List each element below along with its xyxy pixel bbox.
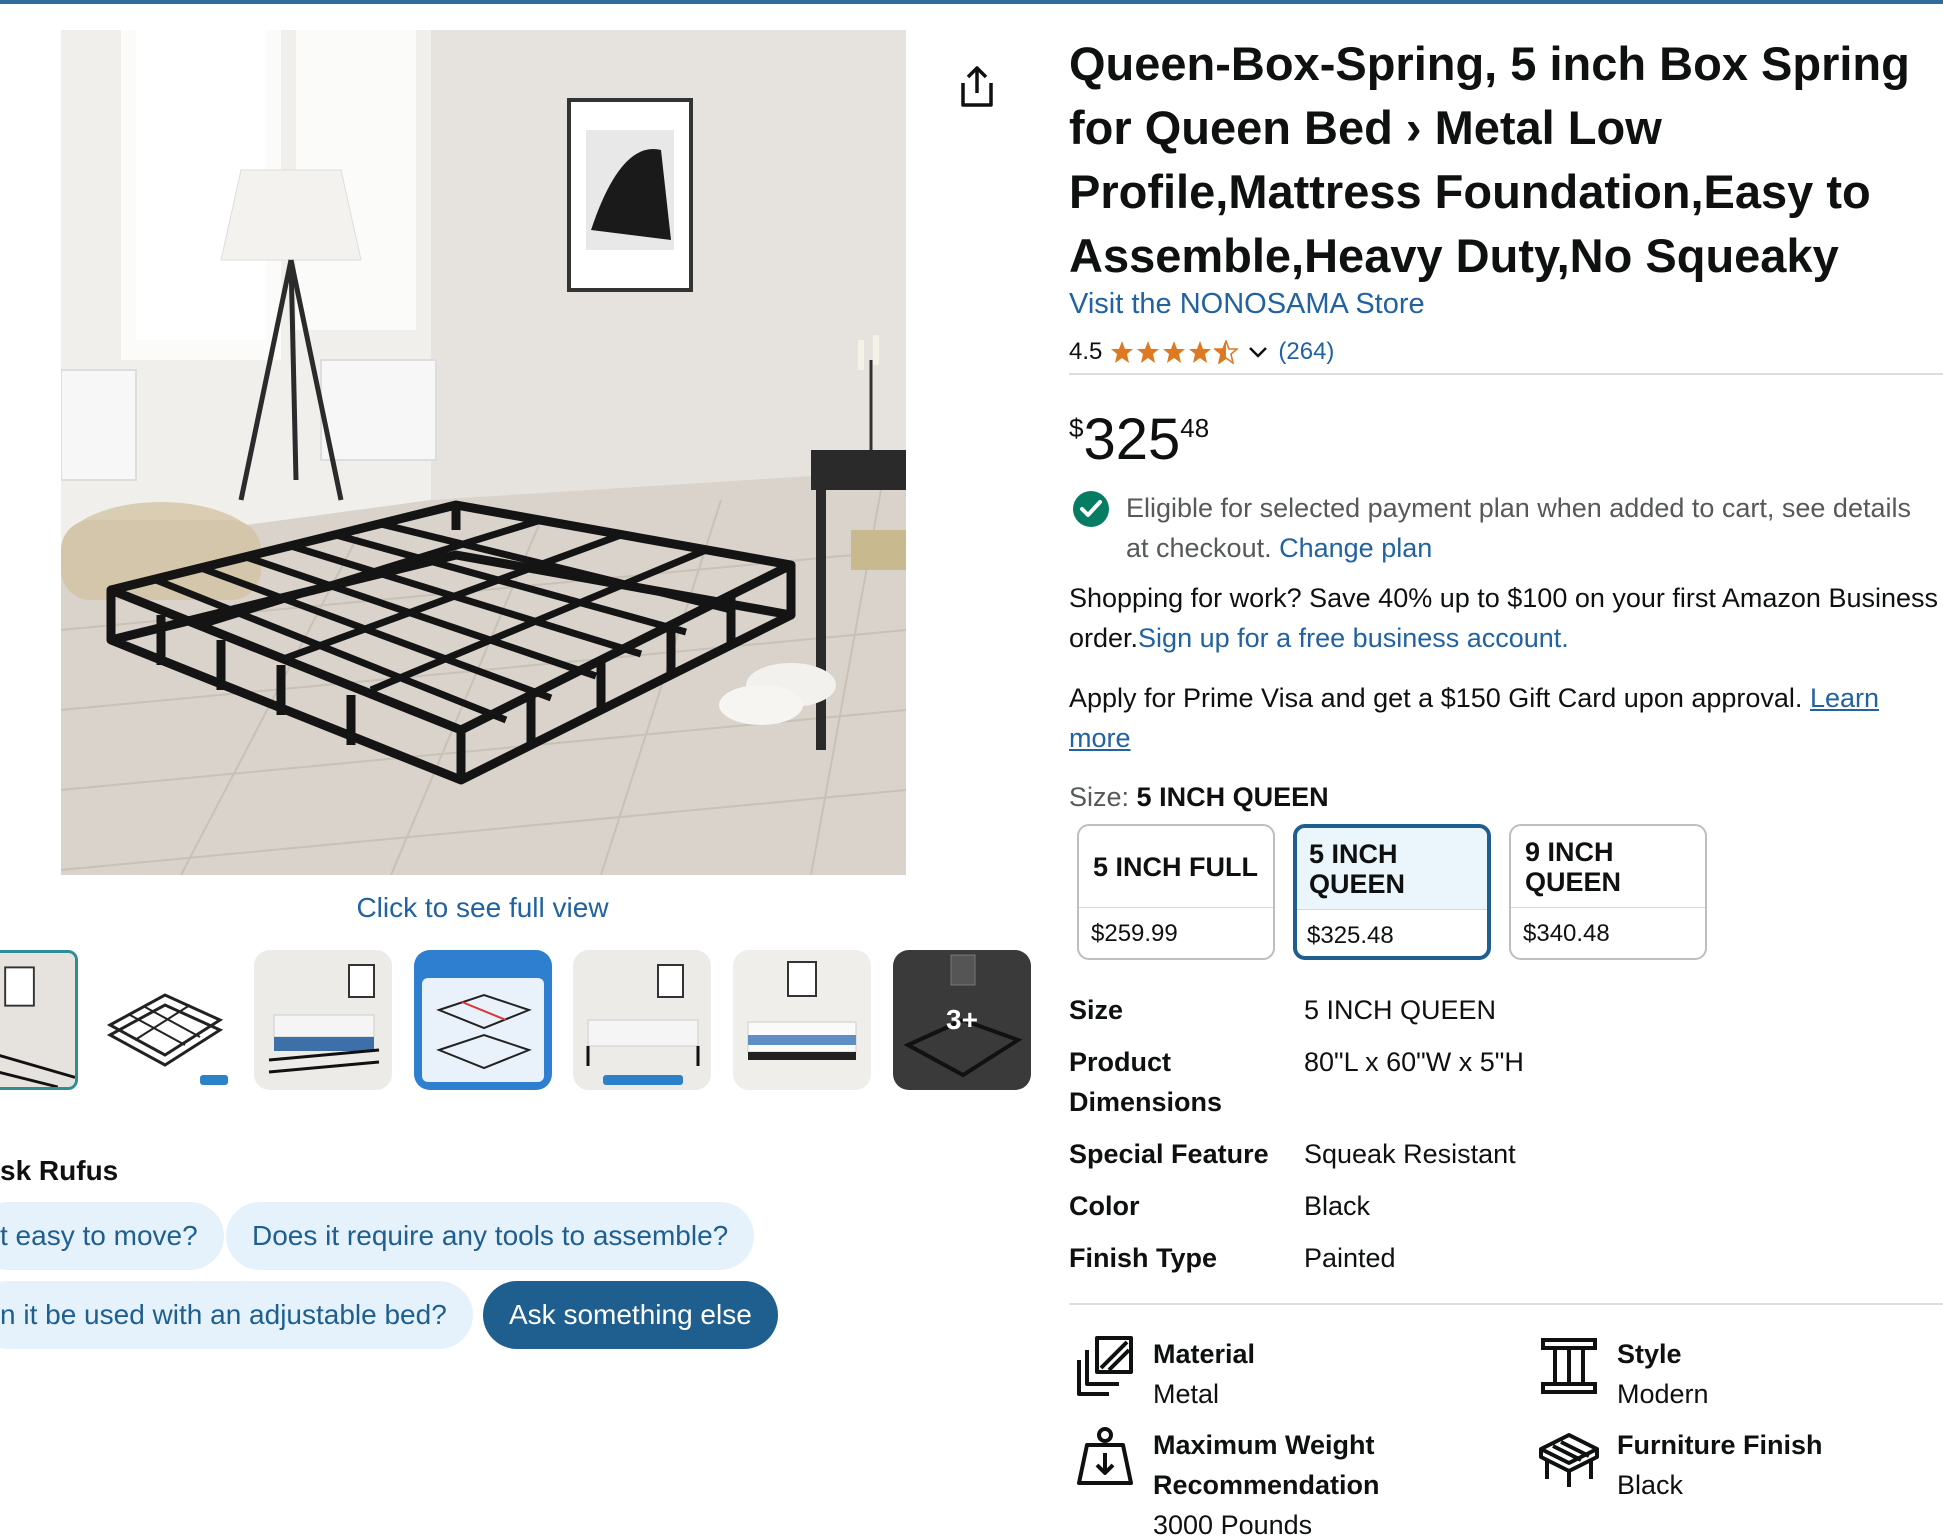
chevron-down-icon[interactable] (1246, 340, 1270, 364)
feature-title: Furniture Finish (1617, 1430, 1823, 1460)
share-icon (961, 66, 993, 107)
feature-value: 3000 Pounds (1153, 1510, 1313, 1536)
size-option-name: 5 INCH QUEEN (1297, 828, 1487, 910)
store-link[interactable]: Visit the NONOSAMA Store (1069, 288, 1425, 321)
more-images-label: 3+ (946, 1004, 978, 1035)
spec-value: Squeak Resistant (1304, 1139, 1516, 1169)
spec-value: Painted (1304, 1243, 1396, 1273)
product-title: Queen-Box-Spring, 5 inch Box Spring for … (1069, 37, 1910, 282)
size-option-name: 9 INCH QUEEN (1511, 826, 1705, 908)
size-label: Size: 5 INCH QUEEN (1069, 782, 1329, 813)
price-symbol: $ (1069, 413, 1084, 443)
payment-plan-text: Eligible for selected payment plan when … (1126, 493, 1911, 563)
size-option-5-inch-queen[interactable]: 5 INCH QUEEN $325.48 (1293, 824, 1491, 960)
thumbnail-5[interactable] (573, 950, 711, 1090)
check-circle-icon (1073, 491, 1109, 527)
size-option-price: $340.48 (1523, 920, 1610, 947)
thumbnail-2[interactable] (95, 950, 233, 1090)
size-option-9-inch-queen[interactable]: 9 INCH QUEEN $340.48 (1509, 824, 1707, 960)
feature-title: Maximum Weight Recommendation (1153, 1430, 1380, 1500)
feature-material: Material Metal (1073, 1334, 1503, 1414)
rating-count-link[interactable]: (264) (1278, 338, 1334, 366)
half-star-icon (1214, 340, 1239, 364)
material-icon (1077, 1336, 1133, 1396)
spec-key: Finish Type (1069, 1243, 1218, 1273)
feature-value: Metal (1153, 1379, 1220, 1409)
star-icon (1111, 341, 1134, 363)
feature-furniture-finish: Furniture Finish Black (1537, 1425, 1927, 1505)
furniture-finish-icon (1539, 1433, 1599, 1487)
star-icon (1189, 341, 1212, 363)
size-selected-value: 5 INCH QUEEN (1136, 782, 1329, 812)
spec-key: Size (1069, 995, 1124, 1025)
spec-key: Special Feature (1069, 1139, 1269, 1169)
rating-value: 4.5 (1069, 338, 1103, 365)
prime-visa-offer: Apply for Prime Visa and get a $150 Gift… (1069, 678, 1939, 758)
size-label-caption: Size: (1069, 782, 1130, 812)
feature-title: Style (1617, 1339, 1682, 1369)
rufus-chip-easy-to-move[interactable]: t easy to move? (0, 1202, 224, 1270)
thumbnail-4[interactable] (414, 950, 552, 1090)
spec-key: Color (1069, 1191, 1140, 1221)
size-option-price: $259.99 (1091, 920, 1178, 947)
business-offer: Shopping for work? Save 40% up to $100 o… (1069, 578, 1939, 658)
payment-plan: Eligible for selected payment plan when … (1072, 488, 1932, 568)
spec-key: Product Dimensions (1069, 1047, 1223, 1117)
spec-value: Black (1304, 1191, 1371, 1221)
thumbnail-3[interactable] (254, 950, 392, 1090)
feature-value: Modern (1617, 1379, 1709, 1409)
share-button[interactable] (955, 62, 999, 112)
business-signup-link[interactable]: Sign up for a free business account. (1138, 623, 1569, 653)
spec-value: 80"L x 60"W x 5"H (1304, 1047, 1524, 1077)
size-option-name: 5 INCH FULL (1079, 826, 1273, 908)
divider (1069, 1303, 1943, 1305)
change-plan-link[interactable]: Change plan (1279, 533, 1432, 563)
thumbnail-more[interactable]: 3+ (893, 950, 1031, 1090)
thumbnail-1[interactable] (0, 950, 78, 1090)
style-icon (1541, 1338, 1597, 1394)
weight-icon (1077, 1427, 1133, 1485)
full-view-link[interactable]: Click to see full view (0, 892, 965, 924)
spec-value: 5 INCH QUEEN (1304, 995, 1497, 1025)
thumbnail-6[interactable] (733, 950, 871, 1090)
feature-style: Style Modern (1537, 1334, 1927, 1414)
rufus-chip-adjustable-bed[interactable]: n it be used with an adjustable bed? (0, 1281, 473, 1349)
top-rule (0, 0, 1943, 4)
prime-visa-text: Apply for Prime Visa and get a $150 Gift… (1069, 683, 1803, 713)
rufus-chip-tools[interactable]: Does it require any tools to assemble? (226, 1202, 755, 1270)
price-fraction: 48 (1180, 413, 1210, 443)
main-product-image[interactable] (61, 30, 906, 875)
feature-max-weight: Maximum Weight Recommendation 3000 Pound… (1073, 1425, 1503, 1536)
rufus-title: sk Rufus (0, 1155, 119, 1186)
feature-value: Black (1617, 1470, 1684, 1500)
star-icon (1163, 341, 1186, 363)
size-option-5-inch-full[interactable]: 5 INCH FULL $259.99 (1077, 824, 1275, 960)
divider (1069, 373, 1943, 375)
ask-something-else-button[interactable]: Ask something else (483, 1281, 778, 1349)
price-whole: 325 (1083, 407, 1181, 472)
size-option-price: $325.48 (1307, 922, 1394, 949)
feature-title: Material (1153, 1339, 1256, 1369)
price: $32548 (1069, 405, 1209, 475)
rating-row: 4.5 (264) (1069, 336, 1334, 368)
rating-stars[interactable] (1110, 340, 1239, 364)
star-icon (1137, 341, 1160, 363)
